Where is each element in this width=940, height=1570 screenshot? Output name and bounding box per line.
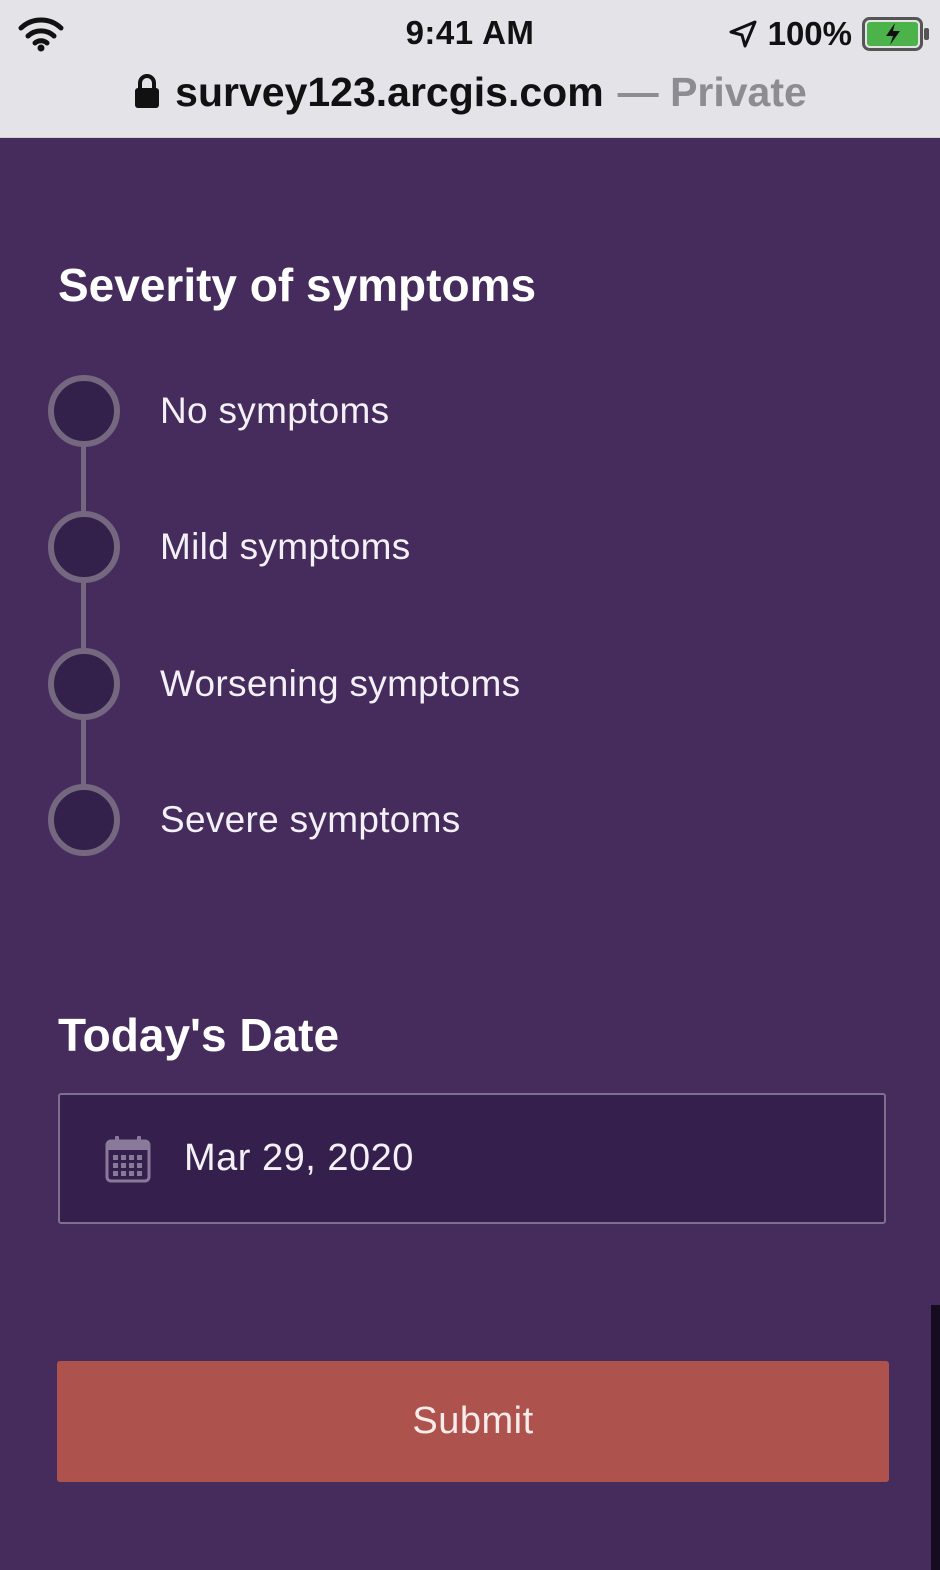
lock-icon [135,74,160,108]
option-label: Worsening symptoms [160,663,521,704]
radio-button[interactable] [48,511,120,583]
severity-question-title: Severity of symptoms [58,259,537,311]
option-label: Severe symptoms [160,799,461,840]
option-label: No symptoms [160,390,390,431]
severity-option-worsening-symptoms[interactable]: Worsening symptoms [48,648,748,720]
url-domain: survey123.arcgis.com [175,68,604,115]
submit-button[interactable]: Submit [57,1361,889,1482]
date-value: Mar 29, 2020 [184,1137,414,1179]
radio-button[interactable] [48,784,120,856]
address-bar[interactable]: survey123.arcgis.com — Private [0,66,940,118]
date-question-title: Today's Date [58,1009,340,1061]
severity-option-no-symptoms[interactable]: No symptoms [48,375,748,447]
status-right: 100% [728,14,930,54]
battery-charging-icon [862,17,929,51]
option-label: Mild symptoms [160,526,411,567]
radio-button[interactable] [48,648,120,720]
radio-button[interactable] [48,375,120,447]
date-input[interactable]: Mar 29, 2020 [58,1093,886,1224]
severity-option-mild-symptoms[interactable]: Mild symptoms [48,511,748,583]
severity-scale-track [81,445,86,820]
severity-option-severe-symptoms[interactable]: Severe symptoms [48,784,748,856]
browser-bar: 9:41 AM 100% survey123.arcgis.com — Priv… [0,0,940,138]
battery-percent: 100% [767,15,852,52]
location-arrow-icon [729,20,757,48]
calendar-icon [105,1135,151,1182]
private-mode-label: — Private [617,68,807,115]
page-scrollbar[interactable] [931,1305,940,1570]
